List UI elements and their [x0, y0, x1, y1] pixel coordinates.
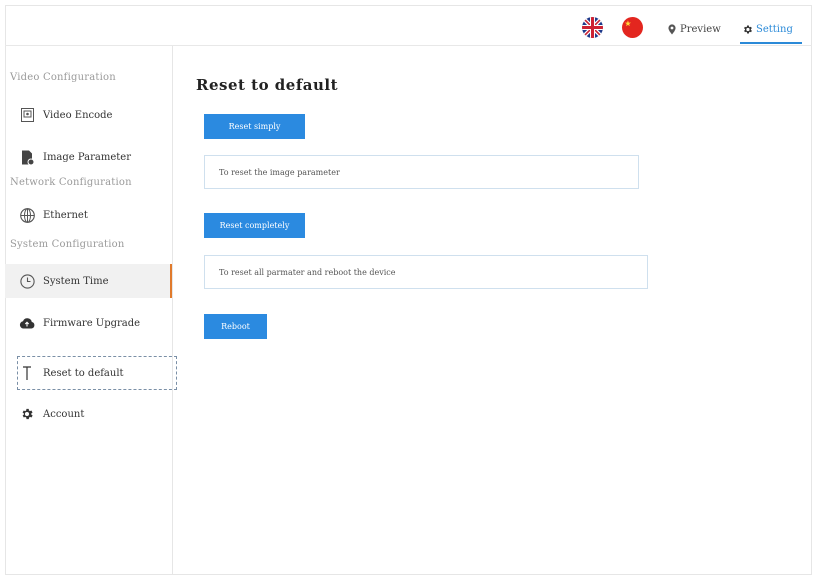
gear-icon	[744, 25, 752, 33]
setting-tab[interactable]: Setting	[742, 19, 793, 39]
sidebar-item-label: Firmware Upgrade	[43, 317, 141, 329]
sidebar-item-firmware-upgrade[interactable]: Firmware Upgrade	[5, 306, 172, 340]
page-title: Reset to default	[196, 76, 339, 94]
sidebar-item-account[interactable]: Account	[5, 397, 172, 431]
sidebar-item-ethernet[interactable]: Ethernet	[5, 198, 172, 232]
sidebar-item-label: Ethernet	[43, 209, 88, 221]
text-cursor-icon	[19, 365, 35, 381]
english-flag-icon[interactable]	[582, 17, 603, 38]
image-file-icon	[19, 149, 35, 165]
sidebar-item-video-encode[interactable]: Video Encode	[5, 98, 172, 132]
preview-tab[interactable]: Preview	[667, 19, 721, 39]
active-tab-underline	[740, 42, 802, 44]
sidebar-item-label: Video Encode	[43, 109, 113, 121]
section-video-configuration: Video Configuration	[10, 72, 116, 83]
section-system-configuration: System Configuration	[10, 239, 125, 250]
clock-icon	[19, 273, 35, 289]
top-header: Preview Setting	[5, 5, 812, 46]
sidebar-item-reset-to-default[interactable]: Reset to default	[17, 356, 177, 390]
sidebar-item-image-parameter[interactable]: Image Parameter	[5, 140, 172, 174]
sidebar: Video Configuration Video Encode Image P…	[5, 46, 177, 575]
reset-completely-button[interactable]: Reset completely	[204, 213, 305, 238]
video-encode-icon	[19, 107, 35, 123]
cloud-upload-icon	[19, 315, 35, 331]
section-network-configuration: Network Configuration	[10, 177, 132, 188]
reboot-button[interactable]: Reboot	[204, 314, 267, 339]
setting-label: Setting	[756, 23, 793, 35]
map-pin-icon	[668, 23, 676, 34]
sidebar-item-label: Account	[43, 408, 85, 420]
sidebar-item-label: Reset to default	[43, 367, 124, 379]
reset-simply-button[interactable]: Reset simply	[204, 114, 305, 139]
reset-completely-description: To reset all parmater and reboot the dev…	[204, 255, 648, 289]
sidebar-item-label: Image Parameter	[43, 151, 131, 163]
gear-icon	[19, 406, 35, 422]
preview-label: Preview	[680, 23, 721, 35]
reset-completely-description-text: To reset all parmater and reboot the dev…	[219, 267, 396, 277]
reset-simply-description: To reset the image parameter	[204, 155, 639, 189]
sidebar-item-label: System Time	[43, 275, 109, 287]
chinese-flag-icon[interactable]	[622, 17, 643, 38]
sidebar-item-system-time[interactable]: System Time	[5, 264, 172, 298]
reset-simply-description-text: To reset the image parameter	[219, 167, 340, 177]
globe-icon	[19, 207, 35, 223]
